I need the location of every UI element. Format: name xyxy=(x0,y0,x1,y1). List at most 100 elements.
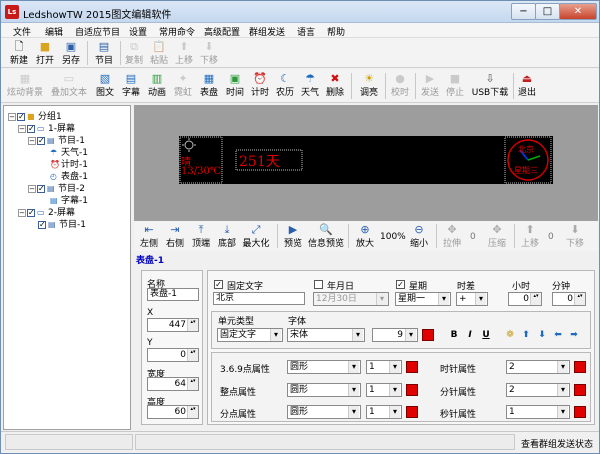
checkbox-checked-icon[interactable]: ✓ xyxy=(38,220,46,229)
minute-hand-color-swatch[interactable] xyxy=(574,384,586,396)
hour-dot-size-select[interactable]: 1 xyxy=(366,383,402,397)
tree-node-screen-2[interactable]: − ✓ ▭ 2-屏幕 xyxy=(18,208,75,219)
bold-button[interactable]: B xyxy=(448,329,460,341)
menu-help[interactable]: 帮助 xyxy=(327,25,345,38)
menu-group-send[interactable]: 群组发送 xyxy=(249,25,285,38)
neon-button[interactable]: ✦ 霓虹 xyxy=(169,73,197,99)
minute-dot-size-select[interactable]: 1 xyxy=(366,405,402,419)
dot-369-color-swatch[interactable] xyxy=(406,361,418,373)
hour-hand-color-swatch[interactable] xyxy=(574,361,586,373)
checkbox-checked-icon[interactable]: ✓ xyxy=(27,208,35,217)
italic-button[interactable]: I xyxy=(464,329,476,341)
menu-edit[interactable]: 编辑 xyxy=(45,25,63,38)
tree-node-subtitle-1[interactable]: ▤ 字幕-1 xyxy=(50,196,88,207)
tree-node-program-1b[interactable]: ✓ ▤ 节目-1 xyxy=(38,220,86,231)
minute-dot-color-swatch[interactable] xyxy=(406,406,418,418)
group-send-status-link[interactable]: 查看群组发送状态 xyxy=(521,437,593,450)
arrow-right-icon[interactable]: ➡ xyxy=(568,329,580,341)
preview-button[interactable]: ▶ 预览 xyxy=(278,224,308,250)
info-preview-button[interactable]: 🔍 信息预览 xyxy=(306,224,346,250)
program-button[interactable]: ▤ 节目 xyxy=(89,41,119,67)
arrow-left-icon[interactable]: ⬅ xyxy=(552,329,564,341)
animation-button[interactable]: ▥ 动画 xyxy=(143,73,171,99)
second-hand-color-swatch[interactable] xyxy=(574,406,586,418)
date-format-select[interactable]: 12月30日 xyxy=(313,292,389,306)
arrow-down-icon[interactable]: ⬇ xyxy=(536,329,548,341)
collapse-icon[interactable]: − xyxy=(28,136,36,145)
tree-node-clock-dial-1[interactable]: ◴ 表盘-1 xyxy=(50,172,88,183)
led-screen[interactable]: 晴 13/30℃ 251天 北京 星期三 xyxy=(179,136,553,184)
unit-type-select[interactable]: 固定文字 xyxy=(217,328,283,342)
move-down-button[interactable]: ⬇ 下移 xyxy=(194,41,224,67)
minute-hand-width-select[interactable]: 2 xyxy=(506,383,570,397)
overlay-text-button[interactable]: ▭ 叠加文本 xyxy=(49,73,89,99)
dot-369-size-select[interactable]: 1 xyxy=(366,360,402,374)
tree-node-program-2[interactable]: − ✓ ▤ 节目-2 xyxy=(28,184,85,195)
height-spinner[interactable]: 60 xyxy=(147,405,199,419)
delete-button[interactable]: ✖ 删除 xyxy=(321,73,349,99)
menu-file[interactable]: 文件 xyxy=(13,25,31,38)
weather-button[interactable]: ☂ 天气 xyxy=(296,73,324,99)
exit-button[interactable]: ⏏ 退出 xyxy=(513,73,541,99)
checkbox-checked-icon[interactable]: ✓ xyxy=(37,136,45,145)
underline-button[interactable]: U xyxy=(480,329,492,341)
maximize-element-button[interactable]: ⤢ 最大化 xyxy=(238,224,274,250)
hour-dot-color-swatch[interactable] xyxy=(406,384,418,396)
fixed-text-input[interactable]: 北京 xyxy=(213,292,305,305)
second-hand-width-select[interactable]: 1 xyxy=(506,405,570,419)
stop-button[interactable]: ■ 停止 xyxy=(441,73,469,99)
stretch-button[interactable]: ✥ 拉伸 xyxy=(437,224,467,250)
brightness-button[interactable]: ☀ 调亮 xyxy=(355,73,383,99)
x-spinner[interactable]: 447 xyxy=(147,318,199,332)
hour-hand-width-select[interactable]: 2 xyxy=(506,360,570,374)
hour-offset-spinner[interactable]: 0 xyxy=(508,292,542,306)
tree-node-weather-1[interactable]: ☂ 天气-1 xyxy=(50,148,88,159)
tree-node-timer-1[interactable]: ⏰计时-1 xyxy=(50,160,88,171)
tree-node-screen-1[interactable]: − ✓ ▭ 1-屏幕 xyxy=(18,124,75,135)
minimize-button[interactable]: − xyxy=(511,3,536,20)
minute-dot-shape-select[interactable]: 圆形 xyxy=(287,405,361,419)
dynamic-background-button[interactable]: ▦ 炫动背景 xyxy=(6,73,44,99)
collapse-icon[interactable]: − xyxy=(28,184,36,193)
menu-common-commands[interactable]: 常用命令 xyxy=(159,25,195,38)
lunar-calendar-button[interactable]: ☾ 农历 xyxy=(271,73,299,99)
maximize-button[interactable]: □ xyxy=(535,3,560,20)
collapse-icon[interactable]: − xyxy=(18,208,26,217)
fixed-text-checkbox[interactable]: ✓ xyxy=(214,280,223,289)
time-button[interactable]: ▣ 时间 xyxy=(221,73,249,99)
color-palette-icon[interactable]: ❁ xyxy=(504,329,516,341)
image-text-button[interactable]: ▧ 图文 xyxy=(91,73,119,99)
date-checkbox[interactable] xyxy=(314,280,323,289)
font-family-select[interactable]: 宋体 xyxy=(287,328,365,342)
checkbox-checked-icon[interactable]: ✓ xyxy=(37,184,45,193)
timer-button[interactable]: ⏰ 计时 xyxy=(246,73,274,99)
week-checkbox[interactable]: ✓ xyxy=(396,280,405,289)
zoom-in-button[interactable]: ⊕ 放大 xyxy=(350,224,380,250)
checkbox-checked-icon[interactable]: ✓ xyxy=(17,112,25,121)
send-button[interactable]: ▶ 发送 xyxy=(416,73,444,99)
subtitle-button[interactable]: ▤ 字幕 xyxy=(117,73,145,99)
arrow-up-icon[interactable]: ⬆ xyxy=(520,329,532,341)
menu-adaptive-program[interactable]: 自适应节目 xyxy=(75,25,120,38)
menu-settings[interactable]: 设置 xyxy=(129,25,147,38)
menu-advanced-config[interactable]: 高级配置 xyxy=(204,25,240,38)
compress-button[interactable]: ✥ 压缩 xyxy=(482,224,512,250)
layer-up-button[interactable]: ⬆ 上移 xyxy=(515,224,545,250)
dot-369-shape-select[interactable]: 圆形 xyxy=(287,360,361,374)
sync-time-button[interactable]: ● 校时 xyxy=(386,73,414,99)
menu-language[interactable]: 语言 xyxy=(297,25,315,38)
hour-dot-shape-select[interactable]: 圆形 xyxy=(287,383,361,397)
time-diff-sign-select[interactable]: + xyxy=(456,292,488,306)
save-as-button[interactable]: ▣ 另存 xyxy=(56,41,86,67)
name-input[interactable]: 表盘-1 xyxy=(147,288,199,301)
font-color-swatch[interactable] xyxy=(422,329,434,341)
layer-down-button[interactable]: ⬇ 下移 xyxy=(560,224,590,250)
y-spinner[interactable]: 0 xyxy=(147,348,199,362)
width-spinner[interactable]: 64 xyxy=(147,377,199,391)
collapse-icon[interactable]: − xyxy=(18,124,26,133)
close-button[interactable]: ✕ xyxy=(559,3,597,20)
usb-download-button[interactable]: ⇩ USB下载 xyxy=(467,73,513,99)
clock-dial-button[interactable]: ▦ 表盘 xyxy=(195,73,223,99)
tree-node-group[interactable]: − ✓ ■ 分组1 xyxy=(8,112,62,123)
checkbox-checked-icon[interactable]: ✓ xyxy=(27,124,35,133)
